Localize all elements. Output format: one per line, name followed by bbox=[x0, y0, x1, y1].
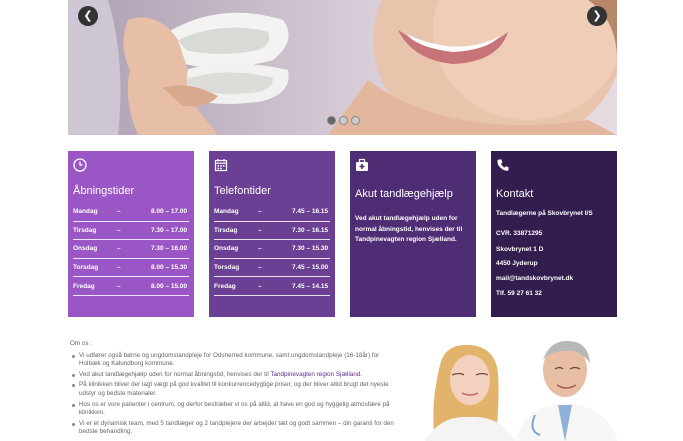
slider-dot-1[interactable] bbox=[327, 116, 336, 125]
table-row: Onsdag –7.30 – 15.30 bbox=[214, 240, 330, 259]
tandpinevagten-link[interactable]: Tandpinevagten region Sjælland. bbox=[270, 371, 362, 378]
calendar-icon bbox=[214, 158, 330, 176]
list-item: Vi udfører også børne og ungdomstandplej… bbox=[70, 352, 400, 369]
list-item: På klinikken bliver der lagt vægt på god… bbox=[70, 381, 400, 398]
phone-hours-box: Telefontider Mandag –7.45 – 16.15 Tirsdag… bbox=[209, 151, 335, 317]
list-item: Hos os er vore patienter i centrum, og d… bbox=[70, 401, 400, 418]
hero-image bbox=[68, 0, 617, 135]
slider-dot-3[interactable] bbox=[351, 116, 360, 125]
slider-dot-2[interactable] bbox=[339, 116, 348, 125]
table-row: Onsdag –7.30 – 16.00 bbox=[73, 240, 189, 259]
team-photo bbox=[400, 335, 640, 441]
table-row: Mandag –7.45 – 16.15 bbox=[214, 203, 330, 222]
table-row: Fredag –8.00 – 15.00 bbox=[73, 277, 189, 296]
contact-box: Kontakt Tandlægerne på Skovbrynet I/S CV… bbox=[491, 151, 617, 317]
phone-icon bbox=[496, 158, 612, 176]
contact-city: 4450 Jyderup bbox=[496, 260, 538, 267]
table-row: Fredag –7.45 – 14.15 bbox=[214, 277, 330, 296]
phone-hours-title: Telefontider bbox=[214, 185, 271, 197]
opening-hours-title: Åbningstider bbox=[73, 185, 135, 197]
slider-next-button[interactable]: ❯ bbox=[587, 6, 607, 26]
about-section: Om os : Vi udfører også børne og ungdoms… bbox=[70, 340, 400, 439]
contact-company: Tandlægerne på Skovbrynet I/S bbox=[496, 210, 593, 217]
table-row: Mandag –8.00 – 17.00 bbox=[73, 203, 189, 222]
table-row: Tirsdag –7.30 – 16.15 bbox=[214, 222, 330, 241]
about-heading: Om os : bbox=[70, 340, 93, 347]
opening-hours-list: Mandag –8.00 – 17.00 Tirsdag –7.30 – 17.00… bbox=[73, 203, 189, 296]
contact-cvr: CVR. 33871295 bbox=[496, 230, 543, 237]
medical-kit-icon bbox=[355, 158, 471, 176]
table-row: Tirsdag –7.30 – 17.00 bbox=[73, 222, 189, 241]
contact-street: Skovbrynet 1 D bbox=[496, 246, 544, 253]
table-row: Torsdag –7.45 – 15.00 bbox=[214, 259, 330, 278]
opening-hours-box: Åbningstider Mandag –8.00 – 17.00 Tirsdag… bbox=[68, 151, 194, 317]
slider-dots bbox=[327, 116, 360, 125]
phone-hours-list: Mandag –7.45 – 16.15 Tirsdag –7.30 – 16.15… bbox=[214, 203, 330, 296]
table-row: Torsdag –8.00 – 15.30 bbox=[73, 259, 189, 278]
emergency-text: Ved akut tandlægehjælp uden for normal å… bbox=[355, 215, 463, 243]
slider-prev-button[interactable]: ❮ bbox=[78, 6, 98, 26]
contact-phone[interactable]: Tlf. 59 27 61 32 bbox=[496, 288, 612, 300]
about-list: Vi udfører også børne og ungdomstandplej… bbox=[70, 352, 400, 437]
hero-slider: ❮ ❯ bbox=[68, 0, 617, 135]
contact-details: Tandlægerne på Skovbrynet I/S CVR. 33871… bbox=[496, 208, 612, 300]
list-item: Vi er et dynamisk team, med 5 tandlæger … bbox=[70, 420, 400, 437]
emergency-title: Akut tandlægehjælp bbox=[355, 188, 453, 200]
contact-title: Kontakt bbox=[496, 188, 534, 200]
list-item: Ved akut tandlægehjælp uden for normal å… bbox=[70, 371, 400, 380]
clock-icon bbox=[73, 158, 189, 176]
emergency-box: Akut tandlægehjælp Ved akut tandlægehjæl… bbox=[350, 151, 476, 317]
contact-email-link[interactable]: mail@tandskovbrynet.dk bbox=[496, 273, 612, 285]
